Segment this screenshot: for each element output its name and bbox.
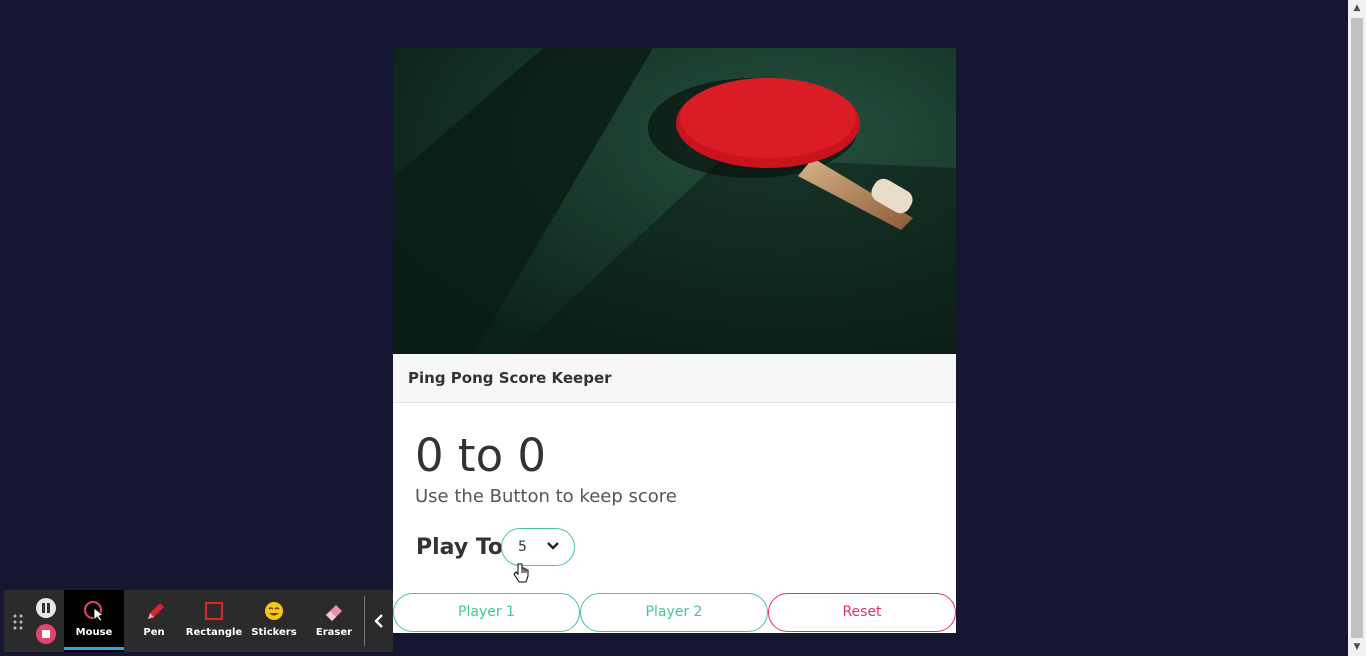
stop-recording-button[interactable] (36, 624, 56, 644)
play-to-label: Play To (416, 535, 504, 560)
rectangle-icon (204, 601, 224, 621)
eraser-icon (326, 605, 342, 621)
score-display: 0 to 0 (415, 429, 547, 482)
play-to-select[interactable]: 5 (501, 528, 575, 566)
tool-eraser[interactable]: Eraser (304, 590, 364, 652)
vertical-scrollbar[interactable]: ▲ ▼ (1348, 0, 1366, 656)
tool-stickers[interactable]: Stickers (244, 590, 304, 652)
reset-button[interactable]: Reset (768, 593, 956, 632)
tool-label: Mouse (75, 627, 113, 638)
score-keeper-card: Ping Pong Score Keeper 0 to 0 Use the Bu… (393, 48, 956, 633)
card-header: Ping Pong Score Keeper (393, 354, 956, 403)
player-1-button[interactable]: Player 1 (393, 593, 580, 632)
stop-icon (42, 630, 50, 638)
play-to-value: 5 (518, 539, 527, 555)
scroll-up-arrow-icon[interactable]: ▲ (1348, 0, 1366, 17)
tool-label: Stickers (251, 627, 297, 638)
scroll-thumb[interactable] (1351, 18, 1363, 638)
card-title: Ping Pong Score Keeper (408, 369, 612, 387)
drag-handle-icon[interactable] (13, 614, 23, 630)
player-2-button[interactable]: Player 2 (580, 593, 768, 632)
hand-cursor-icon (513, 563, 529, 583)
chevron-left-icon[interactable] (370, 610, 388, 632)
pause-recording-button[interactable] (36, 598, 56, 618)
tool-label: Eraser (315, 627, 353, 638)
pen-icon (148, 603, 164, 619)
toolbar-divider (364, 596, 365, 646)
recorder-toolbar: Mouse Pen Rectangle Stickers Eraser (4, 590, 393, 652)
score-hint: Use the Button to keep score (415, 486, 677, 507)
scroll-down-arrow-icon[interactable]: ▼ (1348, 639, 1366, 656)
ping-pong-paddle-image (393, 48, 956, 354)
tool-label: Pen (143, 627, 165, 638)
pause-icon (42, 603, 50, 613)
tool-pen[interactable]: Pen (124, 590, 184, 652)
tool-label: Rectangle (185, 627, 243, 638)
sticker-icon (265, 602, 283, 620)
chevron-down-icon (547, 542, 559, 550)
mouse-cursor-icon (84, 601, 104, 622)
tool-mouse[interactable]: Mouse (64, 590, 124, 652)
tool-rectangle[interactable]: Rectangle (184, 590, 244, 652)
